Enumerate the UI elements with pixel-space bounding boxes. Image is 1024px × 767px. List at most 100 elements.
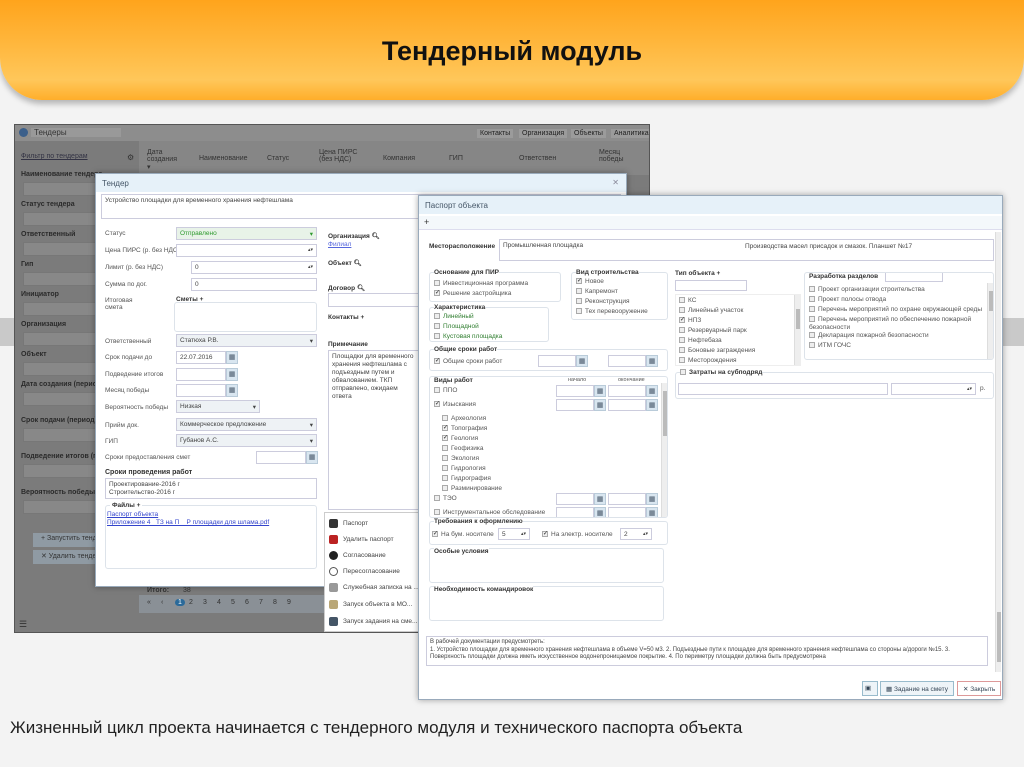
file-link[interactable]: Приложение 4_ ТЗ на П__Р площадки для шл… (107, 519, 269, 526)
contacts-label[interactable]: Контакты + (328, 314, 364, 321)
page-link[interactable]: 2 (189, 599, 193, 606)
column-header[interactable]: Статус (267, 155, 289, 162)
menu-item-launch-estimate[interactable]: Запуск задания на сме... (329, 617, 417, 626)
calendar-icon[interactable]: ▦ (594, 385, 606, 397)
limit-input[interactable]: 0 ▴▾ (191, 261, 317, 274)
scrollbar[interactable] (794, 295, 800, 365)
checkbox-item[interactable]: Геофизика (434, 445, 545, 455)
calendar-icon[interactable]: ▦ (226, 384, 238, 397)
date-input[interactable] (608, 399, 646, 411)
checkbox-unchecked[interactable] (434, 313, 440, 320)
column-header[interactable]: Компания (383, 155, 415, 162)
settings-icon[interactable]: ⚙ (127, 153, 134, 162)
spinner-icon[interactable]: ▴▾ (967, 386, 972, 392)
checkbox-item[interactable]: ✓ НПЗ (679, 317, 755, 327)
checkbox-item[interactable]: Гидрография (434, 475, 545, 485)
files-label[interactable]: Файлы + (110, 502, 143, 509)
win-month-input[interactable] (176, 384, 226, 397)
subcontract-amount-input[interactable]: ▴▾ (891, 383, 976, 395)
calendar-icon[interactable]: ▦ (646, 493, 658, 505)
calendar-icon[interactable]: ▦ (306, 451, 318, 464)
menu-icon[interactable]: ☰ (19, 619, 27, 630)
subcontract-checkbox[interactable]: Затраты на субподряд (680, 369, 763, 376)
filter-link[interactable]: Фильтр по тендерам (21, 153, 88, 160)
scrollbar[interactable] (995, 232, 1001, 672)
checkbox-item[interactable]: Гидрология (434, 465, 545, 475)
page-link[interactable]: 9 (287, 599, 291, 606)
checkbox-item[interactable]: Реконструкция (576, 298, 648, 308)
checkbox-unchecked[interactable] (576, 308, 582, 315)
checkbox-item[interactable]: Разминирование (434, 485, 545, 495)
tab-analytics[interactable]: Аналитика (611, 129, 649, 138)
doc-accept-select[interactable]: Коммерческое предложение ▾ (176, 418, 317, 431)
page-link[interactable]: 4 (217, 599, 221, 606)
calendar-icon[interactable]: ▦ (226, 351, 238, 364)
checkbox-unchecked[interactable] (809, 342, 815, 349)
object-type-label[interactable]: Тип объекта + (675, 270, 720, 277)
date-input[interactable] (556, 385, 594, 397)
checkbox-unchecked[interactable] (809, 316, 815, 323)
date-input[interactable] (556, 493, 594, 505)
location-field[interactable]: Промышленная площадка Производства масел… (499, 239, 994, 261)
price-input[interactable]: ▴▾ (176, 244, 317, 257)
scrollbar[interactable] (661, 383, 667, 517)
object-type-filter[interactable] (675, 280, 747, 291)
calendar-icon[interactable]: ▦ (576, 355, 588, 367)
date-input[interactable] (608, 385, 646, 397)
checkbox-item[interactable]: ✓ Изыскания (434, 401, 545, 415)
calendar-icon[interactable]: ▦ (594, 493, 606, 505)
checkbox-item[interactable]: Декларация пожарной безопасности (809, 332, 984, 342)
close-icon[interactable]: ✕ (612, 178, 619, 187)
checkbox-item[interactable]: КС (679, 297, 755, 307)
checkbox-unchecked[interactable] (434, 323, 440, 330)
checkbox-unchecked[interactable] (434, 509, 440, 516)
add-button[interactable]: + (424, 217, 429, 227)
column-header[interactable]: Ответствен (519, 155, 556, 162)
checkbox-checked[interactable]: ✓ (442, 435, 448, 442)
paper-copies-checkbox[interactable]: ✓ На бум. носителе (432, 531, 494, 538)
checkbox-unchecked[interactable] (442, 475, 448, 482)
menu-item-reapproval[interactable]: Пересогласование (329, 567, 400, 576)
subcontract-description-input[interactable] (678, 383, 888, 395)
work-terms-field[interactable]: Проектирование-2016 г Строительство-2016… (105, 478, 317, 499)
page-link[interactable]: 6 (245, 599, 249, 606)
tab-organization[interactable]: Организация (519, 129, 568, 138)
page-link[interactable]: 3 (203, 599, 207, 606)
checkbox-item[interactable]: Инструментальное обследование (434, 509, 545, 517)
deadline-input[interactable]: 22.07.2016 (176, 351, 226, 364)
checkbox-item[interactable]: Капремонт (576, 288, 648, 298)
calendar-icon[interactable]: ▦ (594, 507, 606, 517)
checkbox-item[interactable]: Линейный (434, 313, 502, 323)
checkbox-item[interactable]: Площадной (434, 323, 502, 333)
column-header[interactable]: Наименование (199, 155, 248, 162)
tab-contacts[interactable]: Контакты (477, 129, 514, 138)
special-conditions-fieldset[interactable]: Особые условия (429, 548, 664, 583)
checkbox-unchecked[interactable] (442, 465, 448, 472)
scrollbar[interactable] (987, 283, 993, 359)
menu-item-passport[interactable]: Паспорт (329, 519, 368, 528)
spinner-icon[interactable]: ▴▾ (521, 531, 526, 537)
date-input[interactable] (608, 507, 646, 517)
menu-item-approval[interactable]: Согласование (329, 551, 386, 560)
checkbox-checked[interactable]: ✓ (576, 278, 582, 285)
page-link[interactable]: 5 (231, 599, 235, 606)
tab-objects[interactable]: Объекты (571, 129, 606, 138)
sections-filter[interactable] (885, 273, 943, 282)
checkbox-checked[interactable]: ✓ (442, 425, 448, 432)
checkbox-unchecked[interactable] (679, 307, 685, 314)
menu-item-launch-object[interactable]: Запуск объекта в МО... (329, 600, 412, 609)
menu-item-delete-passport[interactable]: Удалить паспорт (329, 535, 394, 544)
checkbox-item[interactable]: ✓ Решение застройщика (434, 290, 528, 300)
checkbox-item[interactable]: Кустовая площадка (434, 333, 502, 343)
win-probability-select[interactable]: Низкая ▾ (176, 400, 260, 413)
checkbox-checked[interactable]: ✓ (434, 401, 440, 408)
calendar-icon[interactable]: ▦ (646, 355, 658, 367)
calendar-icon[interactable]: ▦ (646, 507, 658, 517)
organization-link[interactable]: Филиал (328, 241, 351, 248)
note-field[interactable]: Площадки для временного хранения нефтешл… (328, 350, 423, 510)
date-input[interactable] (608, 493, 646, 505)
checkbox-item[interactable]: ИТМ ГОЧС (809, 342, 984, 352)
checkbox-item[interactable]: ✓ Геология (434, 435, 545, 445)
checkbox-item[interactable]: Нефтебаза (679, 337, 755, 347)
notes-field[interactable]: В рабочей документации предусмотреть: 1.… (426, 636, 988, 666)
